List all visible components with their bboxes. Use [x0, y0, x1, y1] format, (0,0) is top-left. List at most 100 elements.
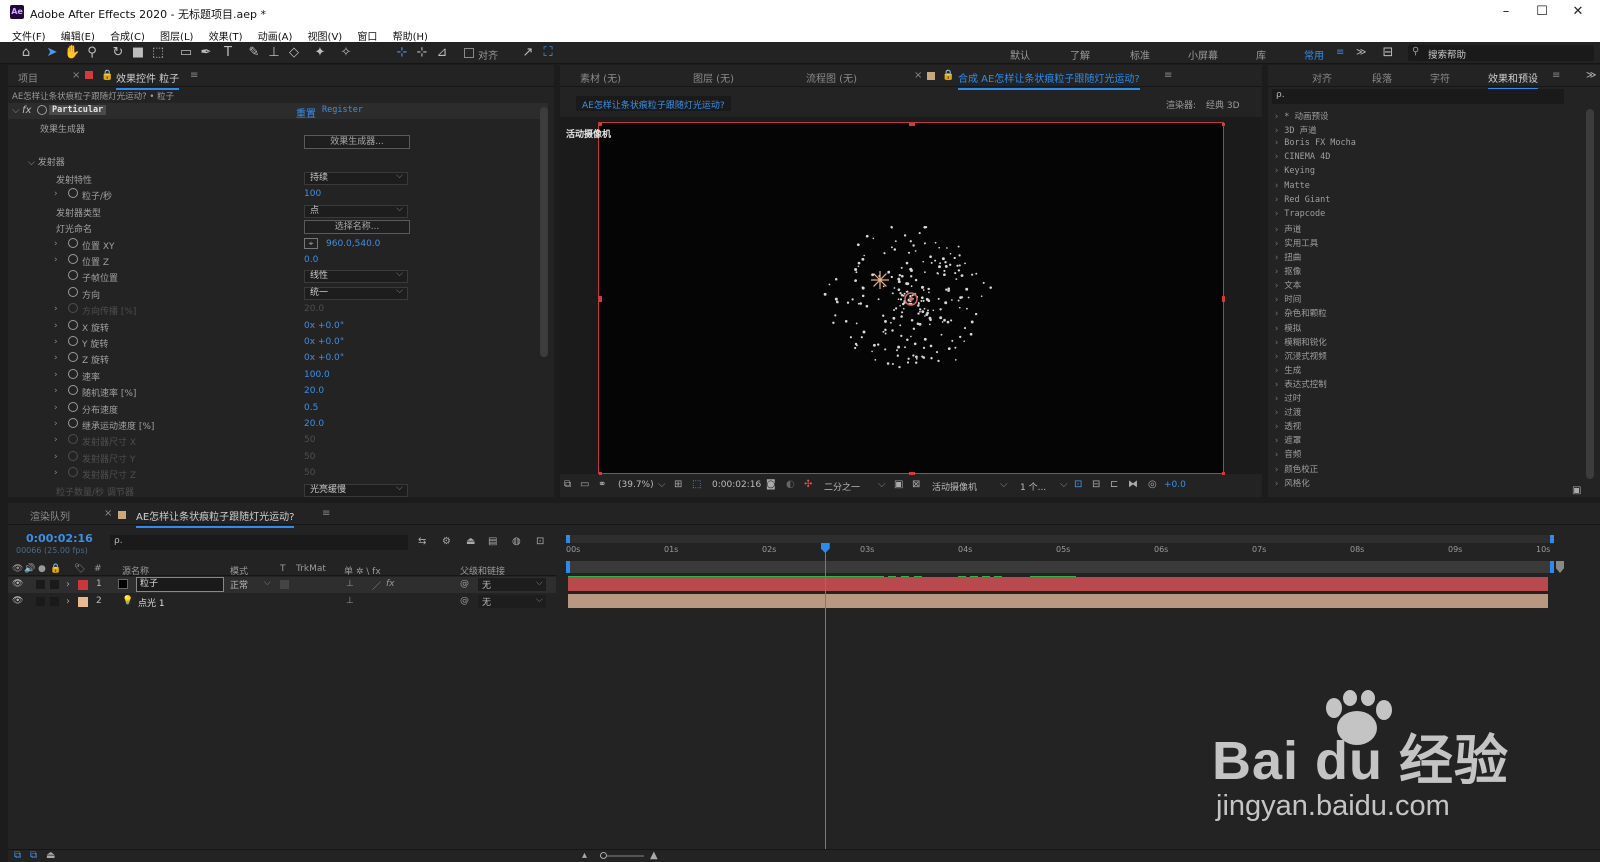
- mask-visibility-icon[interactable]: ⬚: [692, 479, 701, 490]
- expand-caret-icon[interactable]: ›: [54, 435, 58, 445]
- effects-category-item[interactable]: 透视: [1274, 420, 1301, 432]
- effects-category-item[interactable]: 模糊和锐化: [1274, 336, 1327, 348]
- frame-handle[interactable]: [599, 472, 602, 475]
- time-navigator[interactable]: [566, 535, 1554, 543]
- workspace-small-screen[interactable]: 小屏幕: [1188, 47, 1218, 62]
- solo-toggle[interactable]: [36, 580, 45, 589]
- expand-caret-icon[interactable]: ›: [54, 239, 58, 249]
- effects-category-item[interactable]: 文本: [1274, 279, 1301, 291]
- expand-caret-icon[interactable]: ›: [54, 419, 58, 429]
- lock-toggle[interactable]: [50, 580, 59, 589]
- draft-3d-icon[interactable]: ⚙: [442, 536, 451, 547]
- effects-category-item[interactable]: 生成: [1274, 364, 1301, 376]
- lock-icon[interactable]: 🔒: [101, 70, 113, 81]
- work-area-start[interactable]: [566, 561, 570, 573]
- layer-duration-bar[interactable]: [568, 594, 1548, 608]
- workspace-layout-icon[interactable]: ⊟: [1380, 45, 1396, 61]
- snap-grid-icon[interactable]: ⛶: [540, 45, 556, 61]
- timeline-menu-icon[interactable]: ≡: [322, 508, 330, 519]
- menu-effect[interactable]: 效果(T): [209, 25, 243, 43]
- stopwatch-icon[interactable]: [68, 450, 78, 461]
- rectangle-tool-icon[interactable]: ▭: [178, 45, 194, 61]
- effects-category-item[interactable]: Matte: [1274, 181, 1310, 191]
- world-axis-icon[interactable]: ⊹: [414, 45, 430, 61]
- hand-tool-icon[interactable]: ✋: [64, 45, 80, 61]
- property-dropdown[interactable]: 持续: [304, 171, 408, 185]
- preserve-transparency-toggle[interactable]: [280, 580, 289, 589]
- effects-menu-icon[interactable]: ≡: [1552, 70, 1560, 81]
- register-link[interactable]: Register: [322, 105, 363, 115]
- timeline-zoom-thumb[interactable]: [600, 852, 607, 859]
- comp-mini-flowchart-icon[interactable]: ⇆: [418, 536, 426, 547]
- point-light-icon[interactable]: [871, 271, 889, 289]
- tab-project[interactable]: 项目: [18, 70, 38, 85]
- effects-scrollbar[interactable]: [1586, 109, 1594, 479]
- snapshot-icon[interactable]: ◙: [766, 479, 776, 490]
- tab-align[interactable]: 对齐: [1312, 70, 1332, 85]
- tab-footage[interactable]: 素材 (无): [580, 70, 621, 85]
- parent-chevron-icon[interactable]: ⌵: [536, 578, 543, 588]
- effects-category-item[interactable]: 表达式控制: [1274, 378, 1327, 390]
- snap-checkbox[interactable]: [464, 48, 474, 58]
- menu-edit[interactable]: 编辑(E): [61, 25, 95, 43]
- menu-help[interactable]: 帮助(H): [393, 25, 428, 43]
- eraser-tool-icon[interactable]: ◇: [286, 45, 302, 61]
- selection-tool-icon[interactable]: ➤: [44, 45, 60, 61]
- expand-caret-icon[interactable]: ›: [54, 189, 58, 199]
- effects-category-item[interactable]: 颜色校正: [1274, 463, 1318, 475]
- blend-mode-chevron-icon[interactable]: ⌵: [264, 578, 271, 588]
- effects-category-item[interactable]: Keying: [1274, 166, 1315, 176]
- viewer-menu-icon[interactable]: ≡: [1164, 70, 1172, 81]
- shy-switch-icon[interactable]: ⊥: [346, 596, 354, 606]
- stopwatch-icon[interactable]: [68, 336, 78, 346]
- effects-category-item[interactable]: 过渡: [1274, 406, 1301, 418]
- effects-category-item[interactable]: CINEMA 4D: [1274, 152, 1330, 162]
- effects-category-item[interactable]: 过时: [1274, 392, 1301, 404]
- tab-flowchart[interactable]: 流程图 (无): [806, 70, 857, 85]
- roto-brush-tool-icon[interactable]: ✦: [312, 45, 328, 61]
- effects-category-item[interactable]: Trapcode: [1274, 209, 1325, 219]
- property-dropdown[interactable]: 点: [304, 204, 408, 218]
- expand-panels-icon[interactable]: ≫: [1586, 70, 1596, 81]
- tab-paragraph[interactable]: 段落: [1372, 70, 1392, 85]
- frame-blending-icon[interactable]: ▤: [488, 536, 497, 547]
- property-dropdown[interactable]: 线性: [304, 269, 408, 284]
- property-value[interactable]: 0x +0.0°: [304, 353, 344, 363]
- composition-frame[interactable]: [598, 122, 1225, 475]
- effect-name[interactable]: Particular: [49, 105, 107, 115]
- help-search-input[interactable]: 搜索帮助: [1428, 47, 1466, 61]
- time-ruler[interactable]: 00s 01s 02s 03s 04s 05s 06s 07s 08s 09s 10s: [566, 543, 1554, 561]
- emitter-group[interactable]: ⌵ 发射器: [28, 155, 65, 168]
- effects-category-item[interactable]: 风格化: [1274, 477, 1310, 489]
- property-value[interactable]: 50: [304, 452, 315, 462]
- layer-name-field[interactable]: 粒子: [136, 577, 224, 592]
- expand-caret-icon[interactable]: ›: [54, 403, 58, 413]
- stopwatch-icon[interactable]: [68, 368, 78, 379]
- property-value[interactable]: 0x +0.0°: [304, 321, 344, 331]
- type-tool-icon[interactable]: T: [220, 45, 236, 61]
- effects-category-item[interactable]: 杂色和颗粒: [1274, 307, 1327, 319]
- flowchart-icon[interactable]: ⧓: [1128, 479, 1138, 490]
- panel-menu-icon[interactable]: ≡: [190, 70, 198, 81]
- effects-category-item[interactable]: 扭曲: [1274, 251, 1301, 263]
- property-value[interactable]: 50: [304, 468, 315, 478]
- menu-window[interactable]: 窗口: [357, 25, 377, 43]
- shy-layers-icon[interactable]: ⏏: [466, 536, 475, 547]
- effects-category-item[interactable]: 抠像: [1274, 265, 1301, 277]
- source-name-header[interactable]: 源名称: [122, 564, 149, 577]
- workspace-common[interactable]: 常用: [1304, 47, 1324, 62]
- stopwatch-icon[interactable]: [68, 319, 78, 330]
- choose-names-button[interactable]: 选择名称...: [304, 220, 410, 235]
- property-value[interactable]: 960.0,540.0: [326, 239, 380, 249]
- brush-tool-icon[interactable]: ✎: [246, 45, 262, 61]
- tab-effect-controls[interactable]: 效果控件 粒子: [116, 70, 180, 90]
- minimize-button[interactable]: –: [1488, 3, 1524, 21]
- stopwatch-icon[interactable]: [68, 286, 78, 297]
- expand-caret-icon[interactable]: ›: [54, 353, 58, 363]
- shy-switch-icon[interactable]: ⊥: [346, 579, 354, 589]
- expand-caret-icon[interactable]: ›: [54, 468, 58, 478]
- comp-navigator-chip[interactable]: AE怎样让条状痕粒子跟随灯光运动?: [576, 96, 731, 111]
- property-value[interactable]: 20.0: [304, 304, 324, 314]
- menu-animation[interactable]: 动画(A): [258, 25, 293, 43]
- stopwatch-icon[interactable]: [68, 254, 78, 264]
